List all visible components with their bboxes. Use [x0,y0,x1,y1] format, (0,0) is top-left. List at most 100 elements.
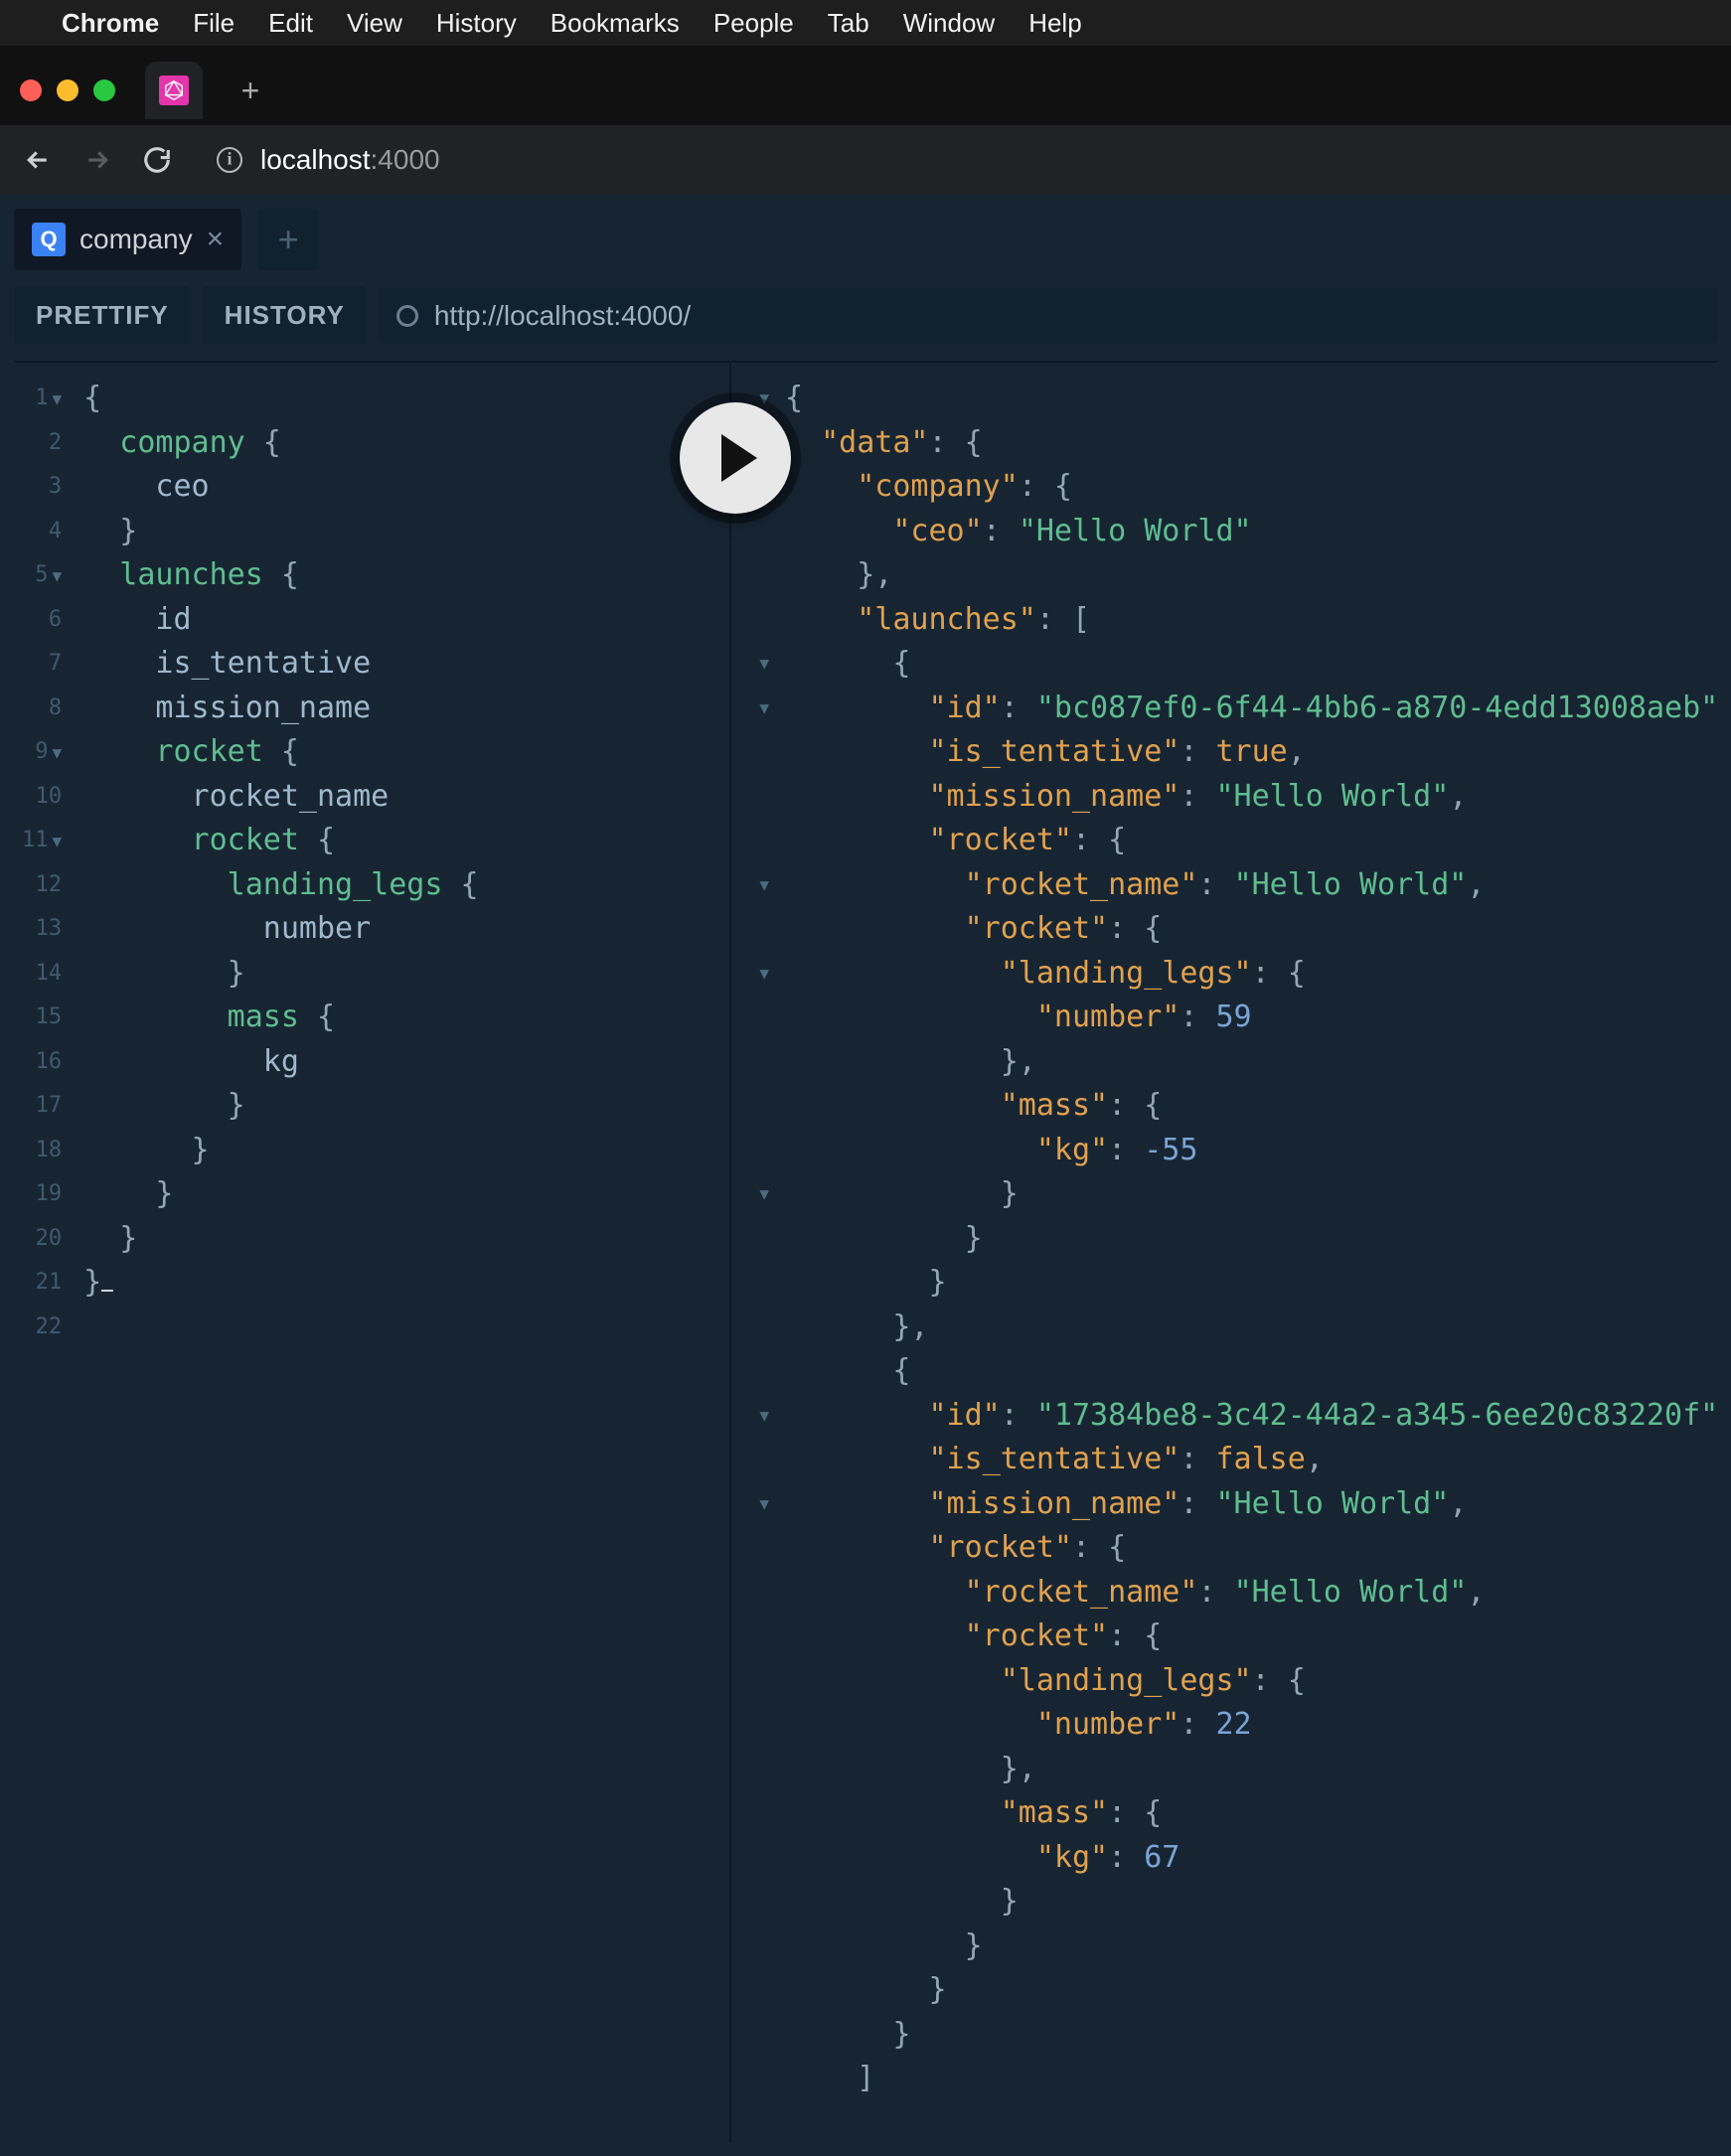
menu-window[interactable]: Window [903,8,995,39]
result-gutter-row [731,598,777,643]
result-gutter-row [731,1659,777,1704]
browser-tab-active[interactable] [145,62,203,119]
browser-tabstrip: + [0,56,1731,125]
mac-menu-bar: Chrome File Edit View History Bookmarks … [0,0,1731,46]
json-line: "id": "17384be8-3c42-44a2-a345-6ee20c832… [785,1394,1717,1439]
fold-icon[interactable]: ▼ [53,566,63,585]
play-icon [721,434,757,482]
browser-toolbar: localhost:4000 [0,125,1731,195]
fold-icon[interactable]: ▼ [53,832,63,850]
menu-help[interactable]: Help [1028,8,1081,39]
fold-icon[interactable]: ▼ [759,642,769,687]
json-line: "mission_name": "Hello World", [785,1482,1717,1527]
result-gutter-row [731,1571,777,1616]
graphql-playground: Q company × + PRETTIFY HISTORY http://lo… [0,195,1731,2156]
json-line: "rocket_name": "Hello World", [785,863,1717,908]
code-line[interactable]: } [83,510,478,554]
result-gutter-row: ▼ [731,642,777,687]
fold-icon[interactable]: ▼ [759,1172,769,1217]
site-info-icon[interactable] [217,147,242,173]
endpoint-input[interactable]: http://localhost:4000/ [379,288,1717,344]
result-gutter-row [731,1791,777,1836]
json-line: ] [785,2057,1717,2101]
fold-icon[interactable]: ▼ [759,1482,769,1527]
new-tab-button[interactable]: + [231,71,270,110]
close-window-button[interactable] [20,79,42,101]
json-line: } [785,1880,1717,1925]
code-line[interactable]: } [83,1172,478,1217]
endpoint-status-icon [396,305,418,327]
code-line[interactable]: kg [83,1040,478,1085]
minimize-window-button[interactable] [57,79,79,101]
maximize-window-button[interactable] [93,79,115,101]
result-gutter-row [731,1836,777,1881]
json-line: "data": { [785,421,1717,466]
code-line[interactable]: mission_name [83,687,478,731]
add-document-tab-button[interactable]: + [257,209,319,270]
fold-icon[interactable]: ▼ [53,389,63,408]
json-line: }, [785,1748,1717,1792]
line-number: 1▼ [22,377,62,421]
code-line[interactable]: is_tentative [83,642,478,687]
menu-bookmarks[interactable]: Bookmarks [551,8,680,39]
line-number: 14 [22,952,62,997]
line-number: 9▼ [22,730,62,775]
code-line[interactable]: } [83,952,478,997]
menu-tab[interactable]: Tab [828,8,869,39]
code-line[interactable]: id [83,598,478,643]
result-gutter-row: ▼ [731,687,777,731]
line-number: 19 [22,1172,62,1217]
code-line[interactable]: rocket_name [83,775,478,820]
result-json[interactable]: { "data": { "company": { "ceo": "Hello W… [777,363,1717,2101]
menu-app-name[interactable]: Chrome [62,8,159,39]
code-line[interactable]: } [83,1084,478,1129]
line-number: 17 [22,1084,62,1129]
code-line[interactable]: rocket { [83,819,478,863]
result-pane: ▼▼▼▼▼▼▼▼▼ { "data": { "company": { "ceo"… [729,363,1717,2143]
address-bar[interactable]: localhost:4000 [197,134,1713,186]
query-badge-icon: Q [32,223,66,256]
code-line[interactable]: { [83,377,478,421]
execute-button[interactable] [680,402,791,514]
menu-people[interactable]: People [713,8,794,39]
json-line: { [785,642,1717,687]
query-gutter: 1▼2345▼6789▼1011▼1213141516171819202122 [14,363,70,1349]
code-line[interactable]: } [83,1217,478,1262]
line-number: 22 [22,1306,62,1350]
code-line[interactable]: } [83,1129,478,1173]
url-port: :4000 [371,144,440,175]
code-line[interactable]: rocket { [83,730,478,775]
code-line[interactable]: launches { [83,553,478,598]
menu-view[interactable]: View [347,8,402,39]
result-gutter-row [731,1129,777,1173]
code-line[interactable]: landing_legs { [83,863,478,908]
code-line[interactable]: } [83,1261,478,1306]
fold-icon[interactable]: ▼ [759,687,769,731]
fold-icon[interactable]: ▼ [759,952,769,997]
menu-file[interactable]: File [193,8,235,39]
menu-edit[interactable]: Edit [268,8,313,39]
json-line: "mission_name": "Hello World", [785,775,1717,820]
result-gutter-row [731,1084,777,1129]
json-line: "rocket": { [785,907,1717,952]
fold-icon[interactable]: ▼ [759,1394,769,1439]
code-line[interactable]: ceo [83,465,478,510]
history-button[interactable]: HISTORY [203,286,367,345]
json-line: "rocket": { [785,1615,1717,1659]
prettify-button[interactable]: PRETTIFY [14,286,191,345]
fold-icon[interactable]: ▼ [759,863,769,908]
fold-icon[interactable]: ▼ [53,743,63,762]
query-editor[interactable]: 1▼2345▼6789▼1011▼1213141516171819202122 … [14,363,729,2143]
close-tab-button[interactable]: × [207,223,225,256]
window-controls [20,79,115,101]
back-button[interactable] [18,140,58,180]
menu-history[interactable]: History [436,8,517,39]
code-line[interactable]: mass { [83,996,478,1040]
query-code[interactable]: { company { ceo } launches { id is_tenta… [70,363,478,1349]
code-line[interactable]: company { [83,421,478,466]
document-tab-company[interactable]: Q company × [14,209,241,270]
reload-button[interactable] [137,140,177,180]
code-line[interactable]: number [83,907,478,952]
forward-button[interactable] [78,140,117,180]
line-number: 20 [22,1217,62,1262]
